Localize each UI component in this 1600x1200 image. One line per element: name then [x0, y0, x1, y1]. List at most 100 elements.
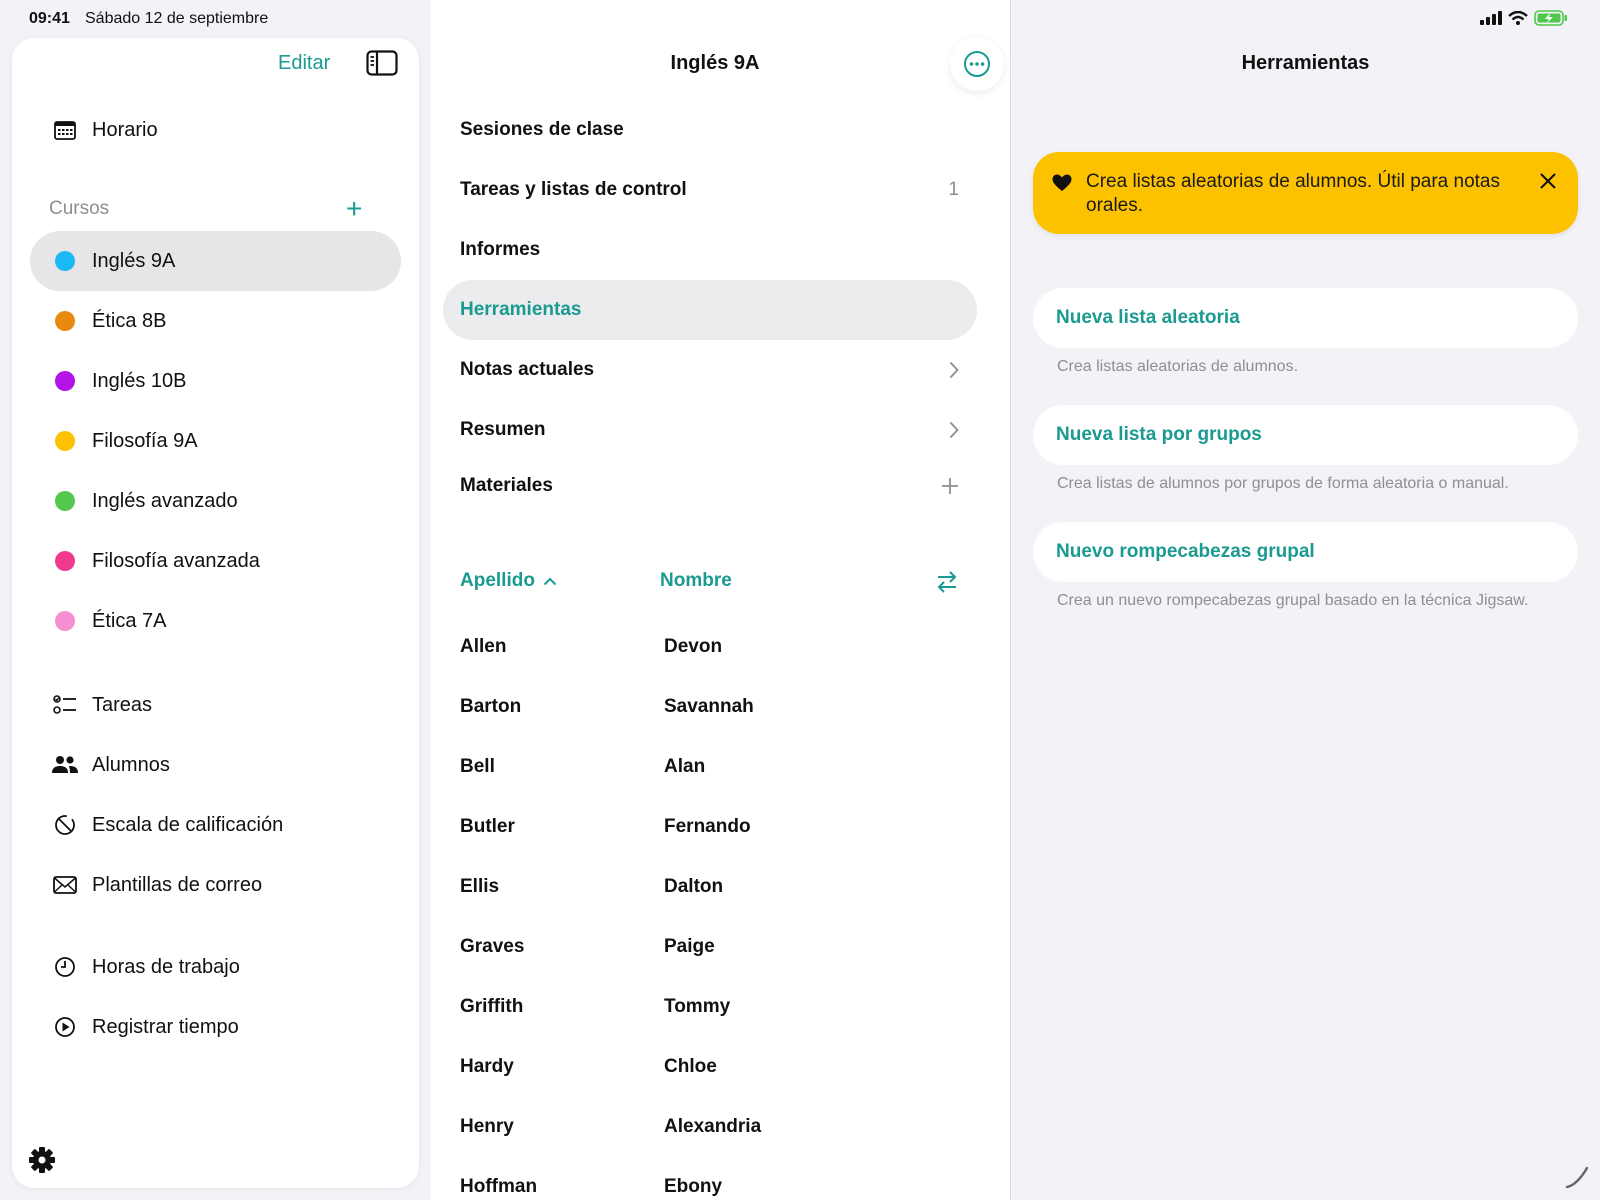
sidebar-course-etica-7a[interactable]: Ética 7A	[30, 591, 401, 651]
sidebar-toggle-button[interactable]	[366, 50, 398, 81]
sidebar-item-label: Ética 8B	[92, 309, 167, 332]
menu-class-sessions[interactable]: Sesiones de clase	[443, 100, 977, 160]
page-title: Inglés 9A	[670, 52, 760, 74]
column-header-label: Apellido	[460, 570, 535, 591]
course-color-dot	[55, 491, 75, 511]
courses-section-title: Cursos	[49, 198, 110, 219]
new-jigsaw-button[interactable]: Nuevo rompecabezas grupal	[1033, 522, 1578, 582]
course-color-dot	[55, 431, 75, 451]
panel-divider	[1010, 0, 1011, 1200]
table-row[interactable]: Hardy Chloe	[460, 1056, 980, 1116]
banner-text: Crea listas aleatorias de alumnos. Útil …	[1086, 171, 1500, 216]
first-name-cell: Fernando	[664, 816, 751, 837]
menu-materials[interactable]: Materiales	[443, 456, 977, 516]
chevron-right-icon	[949, 361, 959, 379]
pencil-hover-indicator	[1565, 1165, 1591, 1194]
sidebar-item-label: Escala de calificación	[92, 813, 284, 836]
sidebar-toggle-icon	[366, 50, 398, 76]
status-date: Sábado 12 de septiembre	[85, 10, 269, 27]
plus-icon	[942, 478, 958, 494]
sidebar-course-filosofia-9a[interactable]: Filosofía 9A	[30, 411, 401, 471]
sidebar-item-track-time[interactable]: Registrar tiempo	[30, 997, 401, 1057]
sidebar-item-grading-scale[interactable]: Escala de calificación	[30, 795, 401, 855]
sidebar-item-label: Plantillas de correo	[92, 873, 263, 896]
last-name-cell: Hardy	[460, 1056, 514, 1077]
last-name-cell: Ellis	[460, 876, 500, 897]
table-row[interactable]: Allen Devon	[460, 636, 980, 696]
course-color-dot	[55, 551, 75, 571]
sidebar-course-ingles-9a[interactable]: Inglés 9A	[30, 231, 401, 291]
menu-current-grades[interactable]: Notas actuales	[443, 340, 977, 400]
sidebar-item-students[interactable]: Alumnos	[30, 735, 401, 795]
table-row[interactable]: Griffith Tommy	[460, 996, 980, 1056]
edit-button[interactable]: Editar	[278, 52, 330, 75]
envelope-icon	[50, 876, 80, 894]
first-name-cell: Alan	[664, 756, 706, 777]
heart-icon	[1052, 174, 1072, 197]
menu-label: Resumen	[460, 419, 546, 440]
menu-tasks-checklists[interactable]: Tareas y listas de control 1	[443, 160, 977, 220]
sidebar-item-label: Horas de trabajo	[92, 955, 240, 978]
wifi-icon	[1508, 11, 1528, 25]
add-course-button[interactable]: +	[346, 193, 362, 225]
settings-button[interactable]	[28, 1146, 56, 1179]
sidebar-item-label: Inglés avanzado	[92, 489, 238, 512]
tool-label: Nuevo rompecabezas grupal	[1056, 541, 1315, 562]
sidebar-item-email-templates[interactable]: Plantillas de correo	[30, 855, 401, 915]
course-color-dot	[55, 611, 75, 631]
table-row[interactable]: Ellis Dalton	[460, 876, 980, 936]
sidebar-course-etica-8b[interactable]: Ética 8B	[30, 291, 401, 351]
first-name-cell: Chloe	[664, 1056, 717, 1077]
sidebar-course-ingles-avanzado[interactable]: Inglés avanzado	[30, 471, 401, 531]
sidebar: Editar Horario Cursos + Inglés 9A Ética …	[12, 38, 419, 1188]
first-name-cell: Dalton	[664, 876, 724, 897]
menu-summary[interactable]: Resumen	[443, 400, 977, 460]
sidebar-item-schedule[interactable]: Horario	[30, 100, 401, 160]
close-banner-button[interactable]	[1539, 172, 1557, 195]
sidebar-item-tasks[interactable]: Tareas	[30, 675, 401, 735]
table-row[interactable]: Graves Paige	[460, 936, 980, 996]
menu-label: Informes	[460, 239, 541, 260]
sort-by-last-name[interactable]: Apellido	[460, 570, 557, 592]
first-name-cell: Alexandria	[664, 1116, 762, 1137]
new-group-list-button[interactable]: Nueva lista por grupos	[1033, 405, 1578, 465]
menu-label: Materiales	[460, 475, 553, 496]
more-options-button[interactable]	[950, 37, 1004, 91]
tool-label: Nueva lista aleatoria	[1056, 307, 1240, 328]
swap-columns-button[interactable]	[936, 570, 958, 599]
last-name-cell: Allen	[460, 636, 507, 657]
chevron-up-icon	[543, 577, 557, 585]
sidebar-item-label: Horario	[92, 118, 158, 141]
sort-by-first-name[interactable]: Nombre	[660, 570, 732, 592]
menu-label: Sesiones de clase	[460, 119, 624, 140]
calendar-icon	[50, 120, 80, 140]
table-row[interactable]: Bell Alan	[460, 756, 980, 816]
grading-scale-icon	[50, 814, 80, 836]
menu-label: Tareas y listas de control	[460, 179, 687, 200]
last-name-cell: Hoffman	[460, 1176, 538, 1197]
table-row[interactable]: Henry Alexandria	[460, 1116, 980, 1176]
last-name-cell: Griffith	[460, 996, 524, 1017]
sidebar-course-ingles-10b[interactable]: Inglés 10B	[30, 351, 401, 411]
count-badge: 1	[948, 179, 959, 200]
sidebar-course-filosofia-avanzada[interactable]: Filosofía avanzada	[30, 531, 401, 591]
play-circle-icon	[50, 1016, 80, 1038]
table-row[interactable]: Butler Fernando	[460, 816, 980, 876]
course-color-dot	[55, 251, 75, 271]
menu-tools[interactable]: Herramientas	[443, 280, 977, 340]
menu-label: Notas actuales	[460, 359, 595, 380]
new-random-list-button[interactable]: Nueva lista aleatoria	[1033, 288, 1578, 348]
sidebar-item-label: Filosofía 9A	[92, 429, 198, 452]
table-row[interactable]: Barton Savannah	[460, 696, 980, 756]
menu-reports[interactable]: Informes	[443, 220, 977, 280]
last-name-cell: Graves	[460, 936, 525, 957]
tools-title: Herramientas	[1241, 52, 1370, 74]
people-icon	[50, 755, 80, 775]
swap-arrows-icon	[937, 571, 957, 593]
add-material-button[interactable]	[941, 477, 959, 495]
table-row[interactable]: Hoffman Ebony	[460, 1176, 980, 1200]
sidebar-item-working-hours[interactable]: Horas de trabajo	[30, 937, 401, 997]
tool-description: Crea listas aleatorias de alumnos.	[1057, 358, 1299, 375]
course-color-dot	[55, 371, 75, 391]
status-icons	[1480, 10, 1568, 26]
